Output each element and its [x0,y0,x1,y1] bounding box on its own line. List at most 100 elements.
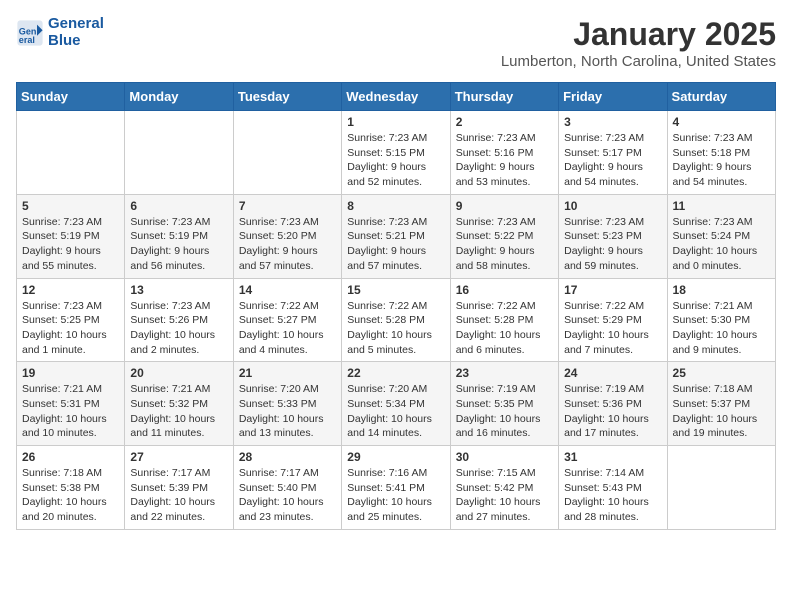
day-info: Sunrise: 7:23 AM Sunset: 5:17 PM Dayligh… [564,131,661,190]
day-info: Sunrise: 7:23 AM Sunset: 5:25 PM Dayligh… [22,299,119,358]
day-info: Sunrise: 7:18 AM Sunset: 5:37 PM Dayligh… [673,382,770,441]
day-info: Sunrise: 7:19 AM Sunset: 5:36 PM Dayligh… [564,382,661,441]
day-number: 16 [456,283,553,297]
svg-text:eral: eral [19,34,35,44]
weekday-header-sunday: Sunday [17,83,125,111]
week-row-3: 12 Sunrise: 7:23 AM Sunset: 5:25 PM Dayli… [17,278,776,362]
calendar-cell: 20 Sunrise: 7:21 AM Sunset: 5:32 PM Dayli… [125,362,233,446]
day-info: Sunrise: 7:20 AM Sunset: 5:34 PM Dayligh… [347,382,444,441]
day-number: 1 [347,115,444,129]
calendar-cell: 22 Sunrise: 7:20 AM Sunset: 5:34 PM Dayli… [342,362,450,446]
calendar-cell: 4 Sunrise: 7:23 AM Sunset: 5:18 PM Daylig… [667,111,775,195]
day-info: Sunrise: 7:21 AM Sunset: 5:32 PM Dayligh… [130,382,227,441]
day-info: Sunrise: 7:22 AM Sunset: 5:28 PM Dayligh… [347,299,444,358]
calendar-cell: 27 Sunrise: 7:17 AM Sunset: 5:39 PM Dayli… [125,446,233,530]
calendar-cell: 24 Sunrise: 7:19 AM Sunset: 5:36 PM Dayli… [559,362,667,446]
day-number: 30 [456,450,553,464]
day-info: Sunrise: 7:22 AM Sunset: 5:27 PM Dayligh… [239,299,336,358]
day-number: 5 [22,199,119,213]
day-info: Sunrise: 7:15 AM Sunset: 5:42 PM Dayligh… [456,466,553,525]
day-info: Sunrise: 7:23 AM Sunset: 5:24 PM Dayligh… [673,215,770,274]
day-info: Sunrise: 7:22 AM Sunset: 5:29 PM Dayligh… [564,299,661,358]
day-number: 22 [347,366,444,380]
calendar-cell: 3 Sunrise: 7:23 AM Sunset: 5:17 PM Daylig… [559,111,667,195]
day-number: 10 [564,199,661,213]
day-number: 18 [673,283,770,297]
day-number: 12 [22,283,119,297]
calendar-cell: 29Sunrise: 7:16 AM Sunset: 5:41 PM Dayli… [342,446,450,530]
calendar-cell: 30 Sunrise: 7:15 AM Sunset: 5:42 PM Dayli… [450,446,558,530]
day-info: Sunrise: 7:20 AM Sunset: 5:33 PM Dayligh… [239,382,336,441]
day-number: 7 [239,199,336,213]
day-info: Sunrise: 7:23 AM Sunset: 5:21 PM Dayligh… [347,215,444,274]
location-title: Lumberton, North Carolina, United States [501,53,776,70]
calendar-cell [667,446,775,530]
day-number: 20 [130,366,227,380]
calendar-cell [125,111,233,195]
calendar-cell: 9 Sunrise: 7:23 AM Sunset: 5:22 PM Daylig… [450,194,558,278]
day-number: 28 [239,450,336,464]
day-info: Sunrise: 7:22 AM Sunset: 5:28 PM Dayligh… [456,299,553,358]
calendar-cell: 16 Sunrise: 7:22 AM Sunset: 5:28 PM Dayli… [450,278,558,362]
calendar-cell: 13Sunrise: 7:23 AM Sunset: 5:26 PM Dayli… [125,278,233,362]
weekday-header-friday: Friday [559,83,667,111]
week-row-4: 19Sunrise: 7:21 AM Sunset: 5:31 PM Dayli… [17,362,776,446]
day-number: 17 [564,283,661,297]
week-row-2: 5 Sunrise: 7:23 AM Sunset: 5:19 PM Daylig… [17,194,776,278]
day-info: Sunrise: 7:23 AM Sunset: 5:18 PM Dayligh… [673,131,770,190]
calendar-cell: 12 Sunrise: 7:23 AM Sunset: 5:25 PM Dayli… [17,278,125,362]
day-info: Sunrise: 7:18 AM Sunset: 5:38 PM Dayligh… [22,466,119,525]
weekday-header-thursday: Thursday [450,83,558,111]
logo-icon: Gen eral [16,19,44,47]
month-title: January 2025 [501,16,776,53]
calendar-cell: 8 Sunrise: 7:23 AM Sunset: 5:21 PM Daylig… [342,194,450,278]
calendar-cell [17,111,125,195]
day-number: 11 [673,199,770,213]
day-number: 21 [239,366,336,380]
day-number: 8 [347,199,444,213]
day-number: 9 [456,199,553,213]
weekday-header-row: SundayMondayTuesdayWednesdayThursdayFrid… [17,83,776,111]
day-info: Sunrise: 7:23 AM Sunset: 5:16 PM Dayligh… [456,131,553,190]
logo-text: General Blue [48,16,104,49]
day-number: 2 [456,115,553,129]
title-block: January 2025 Lumberton, North Carolina, … [501,16,776,70]
calendar-cell: 5 Sunrise: 7:23 AM Sunset: 5:19 PM Daylig… [17,194,125,278]
day-info: Sunrise: 7:23 AM Sunset: 5:26 PM Dayligh… [130,299,227,358]
day-info: Sunrise: 7:23 AM Sunset: 5:20 PM Dayligh… [239,215,336,274]
day-info: Sunrise: 7:23 AM Sunset: 5:19 PM Dayligh… [130,215,227,274]
day-number: 31 [564,450,661,464]
calendar-cell: 17 Sunrise: 7:22 AM Sunset: 5:29 PM Dayli… [559,278,667,362]
day-number: 4 [673,115,770,129]
day-info: Sunrise: 7:23 AM Sunset: 5:15 PM Dayligh… [347,131,444,190]
calendar-cell: 11 Sunrise: 7:23 AM Sunset: 5:24 PM Dayli… [667,194,775,278]
calendar-cell: 6Sunrise: 7:23 AM Sunset: 5:19 PM Daylig… [125,194,233,278]
day-number: 24 [564,366,661,380]
calendar-cell [233,111,341,195]
calendar-table: SundayMondayTuesdayWednesdayThursdayFrid… [16,82,776,530]
day-info: Sunrise: 7:16 AM Sunset: 5:41 PM Dayligh… [347,466,444,525]
calendar-cell: 28 Sunrise: 7:17 AM Sunset: 5:40 PM Dayli… [233,446,341,530]
calendar-cell: 15 Sunrise: 7:22 AM Sunset: 5:28 PM Dayli… [342,278,450,362]
calendar-cell: 31Sunrise: 7:14 AM Sunset: 5:43 PM Dayli… [559,446,667,530]
day-info: Sunrise: 7:23 AM Sunset: 5:22 PM Dayligh… [456,215,553,274]
day-info: Sunrise: 7:23 AM Sunset: 5:23 PM Dayligh… [564,215,661,274]
day-info: Sunrise: 7:17 AM Sunset: 5:40 PM Dayligh… [239,466,336,525]
calendar-cell: 14 Sunrise: 7:22 AM Sunset: 5:27 PM Dayli… [233,278,341,362]
weekday-header-wednesday: Wednesday [342,83,450,111]
day-number: 15 [347,283,444,297]
weekday-header-monday: Monday [125,83,233,111]
calendar-cell: 1 Sunrise: 7:23 AM Sunset: 5:15 PM Daylig… [342,111,450,195]
day-number: 19 [22,366,119,380]
day-number: 25 [673,366,770,380]
day-number: 3 [564,115,661,129]
calendar-cell: 10 Sunrise: 7:23 AM Sunset: 5:23 PM Dayli… [559,194,667,278]
day-info: Sunrise: 7:17 AM Sunset: 5:39 PM Dayligh… [130,466,227,525]
day-info: Sunrise: 7:21 AM Sunset: 5:30 PM Dayligh… [673,299,770,358]
day-number: 14 [239,283,336,297]
day-number: 27 [130,450,227,464]
calendar-cell: 2 Sunrise: 7:23 AM Sunset: 5:16 PM Daylig… [450,111,558,195]
day-info: Sunrise: 7:23 AM Sunset: 5:19 PM Dayligh… [22,215,119,274]
page-header: Gen eral General Blue January 2025 Lumbe… [16,16,776,70]
weekday-header-saturday: Saturday [667,83,775,111]
